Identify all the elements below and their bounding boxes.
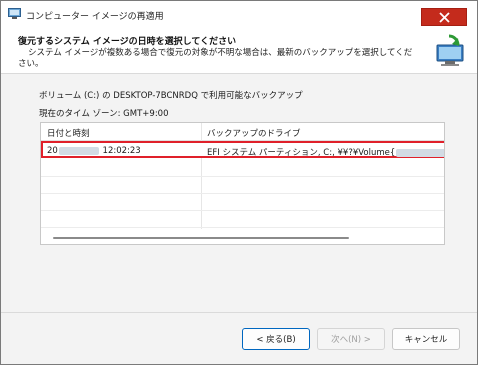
redacted-volume-id: [396, 148, 444, 157]
table-row-empty: [41, 194, 444, 211]
back-button[interactable]: < 戻る(B): [242, 328, 310, 350]
table-row-empty: [41, 177, 444, 194]
close-button[interactable]: [421, 8, 467, 26]
drive-text: EFI システム パーティション, C:, ¥¥?¥Volume{: [207, 148, 396, 158]
horizontal-scrollbar[interactable]: [53, 237, 349, 239]
table-header: 日付と時刻 バックアップのドライブ: [41, 123, 444, 141]
table-row[interactable]: 20 12:02:23 EFI システム パーティション, C:, ¥¥?¥Vo…: [41, 141, 444, 158]
table-row-empty: [41, 211, 444, 228]
redacted-date: [58, 146, 99, 155]
row-date-cell: 20 12:02:23: [47, 146, 141, 156]
column-header-drive[interactable]: バックアップのドライブ: [207, 127, 301, 139]
volume-info: ボリューム (C:) の DESKTOP-7BCNRDQ で利用可能なバックアッ…: [39, 91, 303, 101]
close-icon: [439, 12, 450, 23]
backup-list[interactable]: 日付と時刻 バックアップのドライブ 20 12:02:23 EFI システム パ…: [40, 122, 445, 245]
page-title: 復元するシステム イメージの日時を選択してください: [18, 37, 237, 47]
table-row-empty: [41, 160, 444, 177]
wizard-header: 復元するシステム イメージの日時を選択してください システム イメージが複数ある…: [1, 28, 477, 74]
row-drive-cell: EFI システム パーティション, C:, ¥¥?¥Volume{: [207, 146, 444, 158]
window-title: コンピューター イメージの再適用: [26, 12, 164, 22]
next-button[interactable]: 次へ(N) >: [317, 328, 385, 350]
column-header-date[interactable]: 日付と時刻: [47, 127, 90, 139]
title-bar: コンピューター イメージの再適用: [1, 1, 477, 28]
page-description: システム イメージが複数ある場合で復元の対象が不明な場合は、最新のバックアップを…: [18, 48, 413, 69]
footer-divider: [1, 312, 477, 313]
computer-app-icon: [8, 8, 21, 19]
restore-computer-icon: [436, 34, 464, 66]
timezone-info: 現在のタイム ゾーン: GMT+9:00: [39, 109, 169, 119]
cancel-button[interactable]: キャンセル: [392, 328, 460, 350]
date-prefix: 20: [47, 146, 58, 156]
restore-image-dialog: コンピューター イメージの再適用 復元するシステム イメージの日時を選択してくだ…: [0, 0, 478, 365]
time-text: 12:02:23: [102, 146, 141, 156]
